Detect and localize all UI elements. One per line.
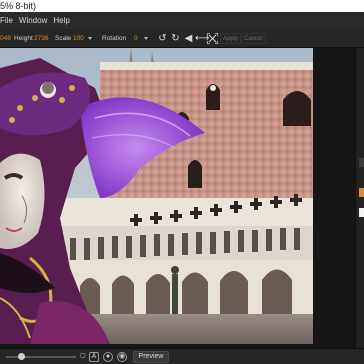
- chevron-down-icon: [144, 36, 148, 40]
- panel-swatch[interactable]: [359, 208, 364, 217]
- zoom-slider-thumb[interactable]: [18, 353, 25, 360]
- zoom-slider-track[interactable]: [6, 356, 76, 358]
- height-value[interactable]: 2736: [34, 29, 48, 48]
- menu-file[interactable]: File: [0, 12, 19, 29]
- menu-window[interactable]: Window: [19, 12, 53, 29]
- target-icon[interactable]: ◉: [117, 352, 127, 362]
- venice-carnival-photo: [0, 48, 313, 344]
- window-title-bar: 5% 8-bit): [0, 0, 364, 12]
- rotation-dropdown[interactable]: [142, 29, 148, 48]
- scale-dropdown[interactable]: [86, 29, 92, 48]
- chevron-down-icon: [88, 36, 92, 40]
- scale-value[interactable]: 100: [73, 29, 84, 48]
- fit-screen-icon[interactable]: [206, 32, 219, 45]
- mask-icon[interactable]: ●: [103, 352, 113, 362]
- preview-button[interactable]: Preview: [133, 351, 169, 363]
- rotate-ccw-icon[interactable]: ↺: [157, 33, 168, 44]
- right-panel-edge[interactable]: [355, 48, 364, 348]
- height-label: Height: [14, 35, 33, 42]
- menu-help[interactable]: Help: [53, 12, 75, 29]
- active-panel-marker[interactable]: [359, 188, 364, 197]
- panel-marker: [359, 158, 364, 167]
- bottom-bar: ▢ A ● ◉ Preview: [0, 348, 364, 364]
- width-value[interactable]: 048: [0, 29, 11, 48]
- scale-label: Scale: [55, 35, 72, 42]
- photo-canvas[interactable]: [0, 48, 313, 344]
- cancel-button[interactable]: Cancel: [241, 33, 266, 44]
- window-title: 5% 8-bit): [0, 1, 37, 11]
- menu-bar: File Window Help: [0, 12, 364, 29]
- crop-toolbar: 048 Height 2736 Scale 100 Rotation 0 ↺ ↻…: [0, 29, 364, 48]
- rotation-label: Rotation: [102, 35, 127, 42]
- apply-button[interactable]: Apply: [220, 33, 242, 44]
- rotation-value[interactable]: 0: [134, 29, 138, 48]
- rotate-cw-icon[interactable]: ↻: [170, 33, 181, 44]
- flip-vertical-icon[interactable]: ⟷: [195, 33, 209, 44]
- zoom-thumb-icon[interactable]: ▢: [78, 352, 88, 362]
- flip-horizontal-icon[interactable]: ◀: [183, 33, 194, 44]
- text-mode-icon[interactable]: A: [89, 352, 99, 362]
